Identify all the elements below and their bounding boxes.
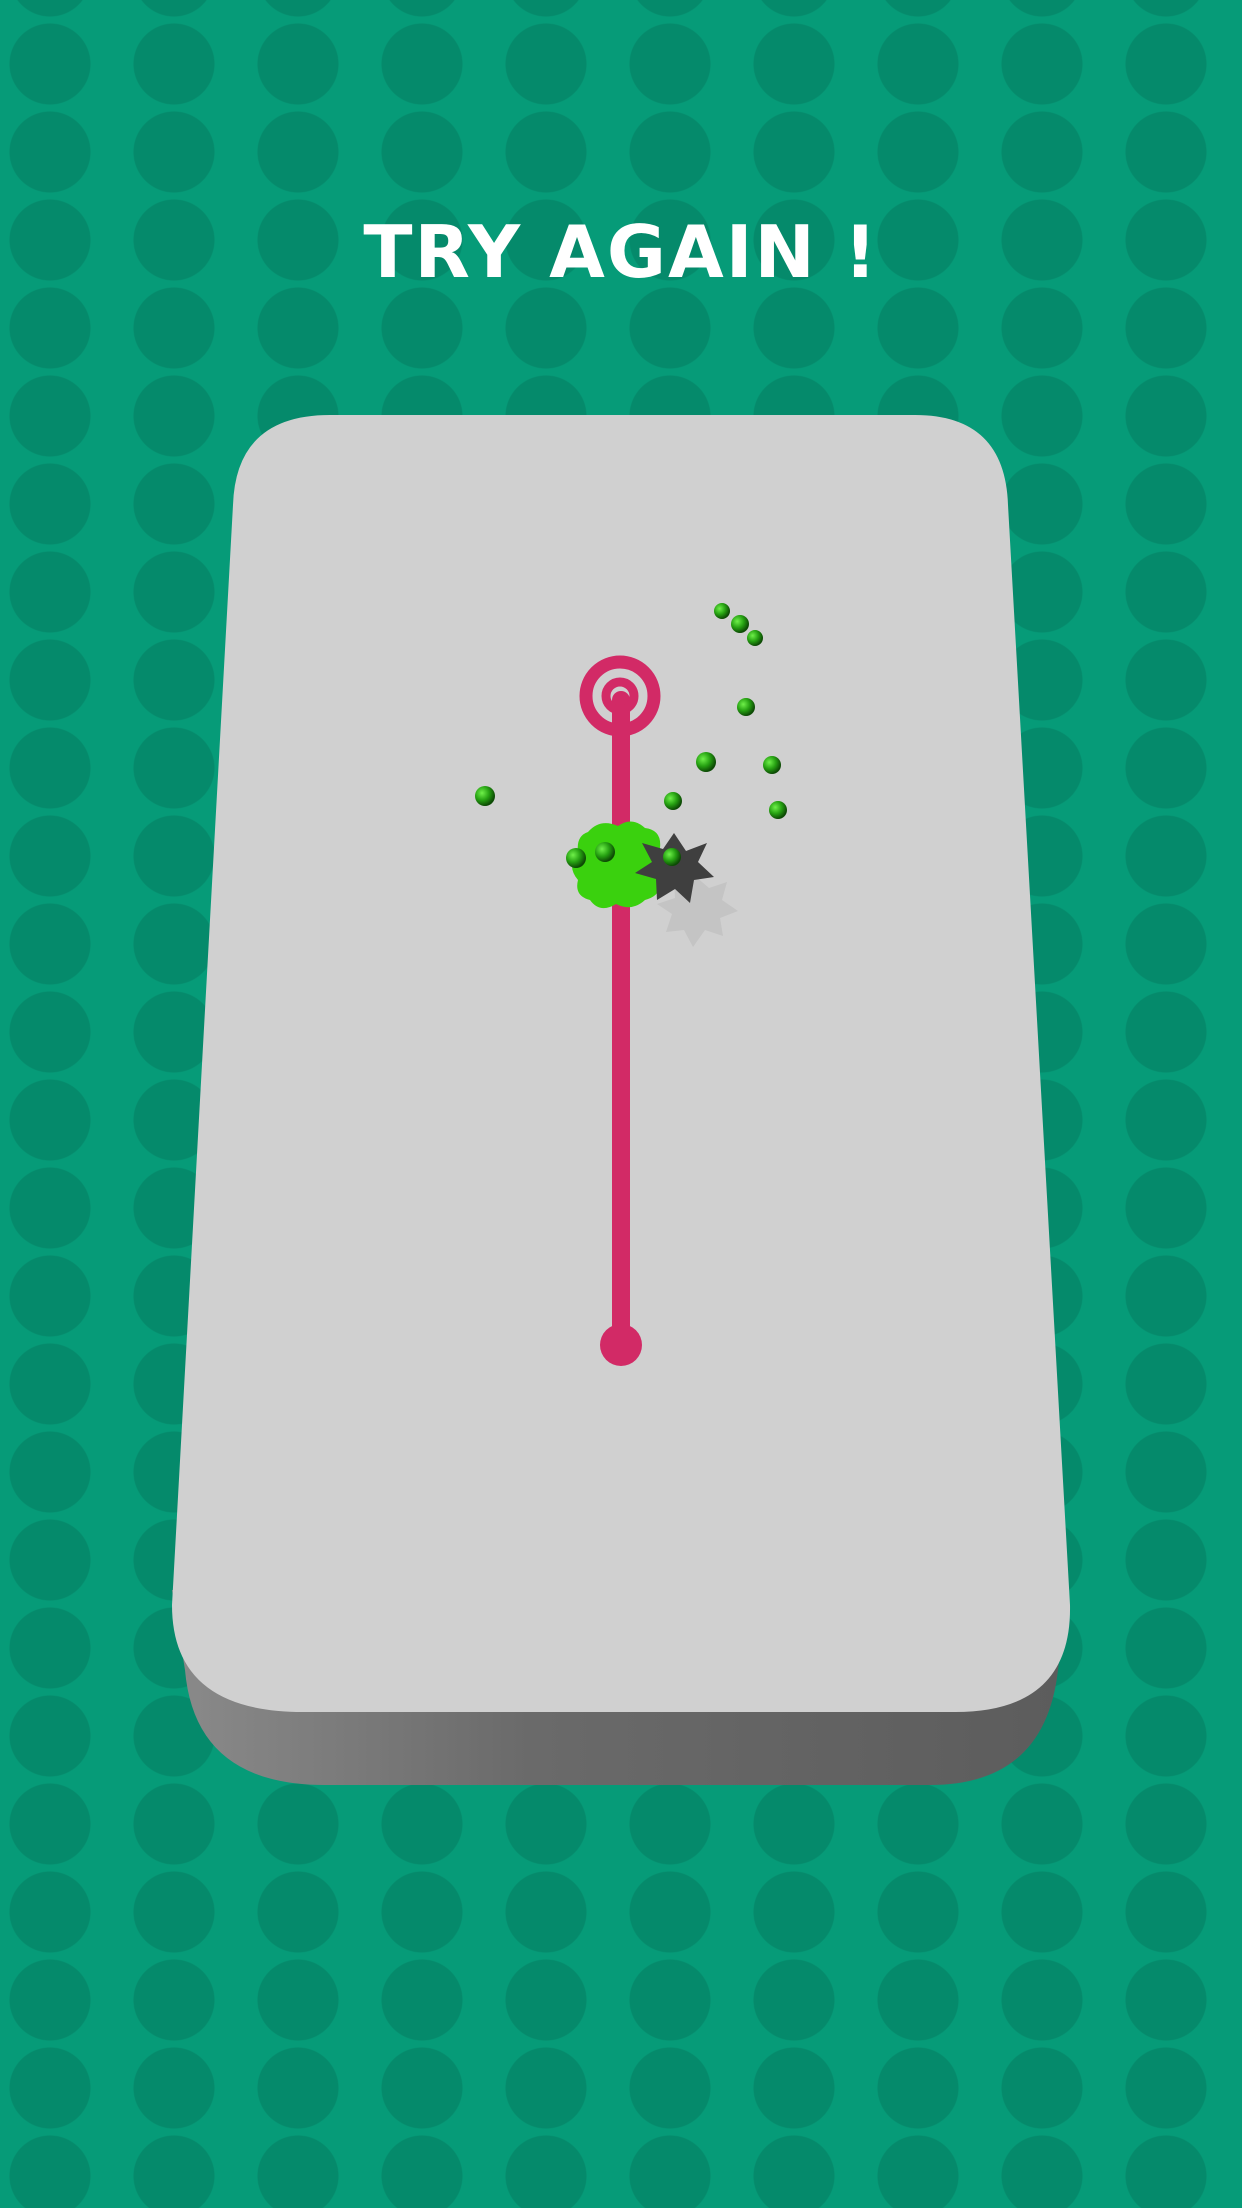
- paint-ball: [737, 698, 755, 716]
- paint-ball: [696, 752, 716, 772]
- paint-ball: [566, 848, 586, 868]
- start-dot-icon[interactable]: [600, 1324, 642, 1366]
- paint-ball: [714, 603, 730, 619]
- paint-ball: [763, 756, 781, 774]
- paint-ball: [769, 801, 787, 819]
- paint-ball: [475, 786, 495, 806]
- paint-ball: [747, 630, 763, 646]
- game-scene[interactable]: [0, 0, 1242, 2208]
- paint-ball: [731, 615, 749, 633]
- paint-ball: [664, 792, 682, 810]
- paint-ball: [595, 842, 615, 862]
- paint-ball: [663, 848, 681, 866]
